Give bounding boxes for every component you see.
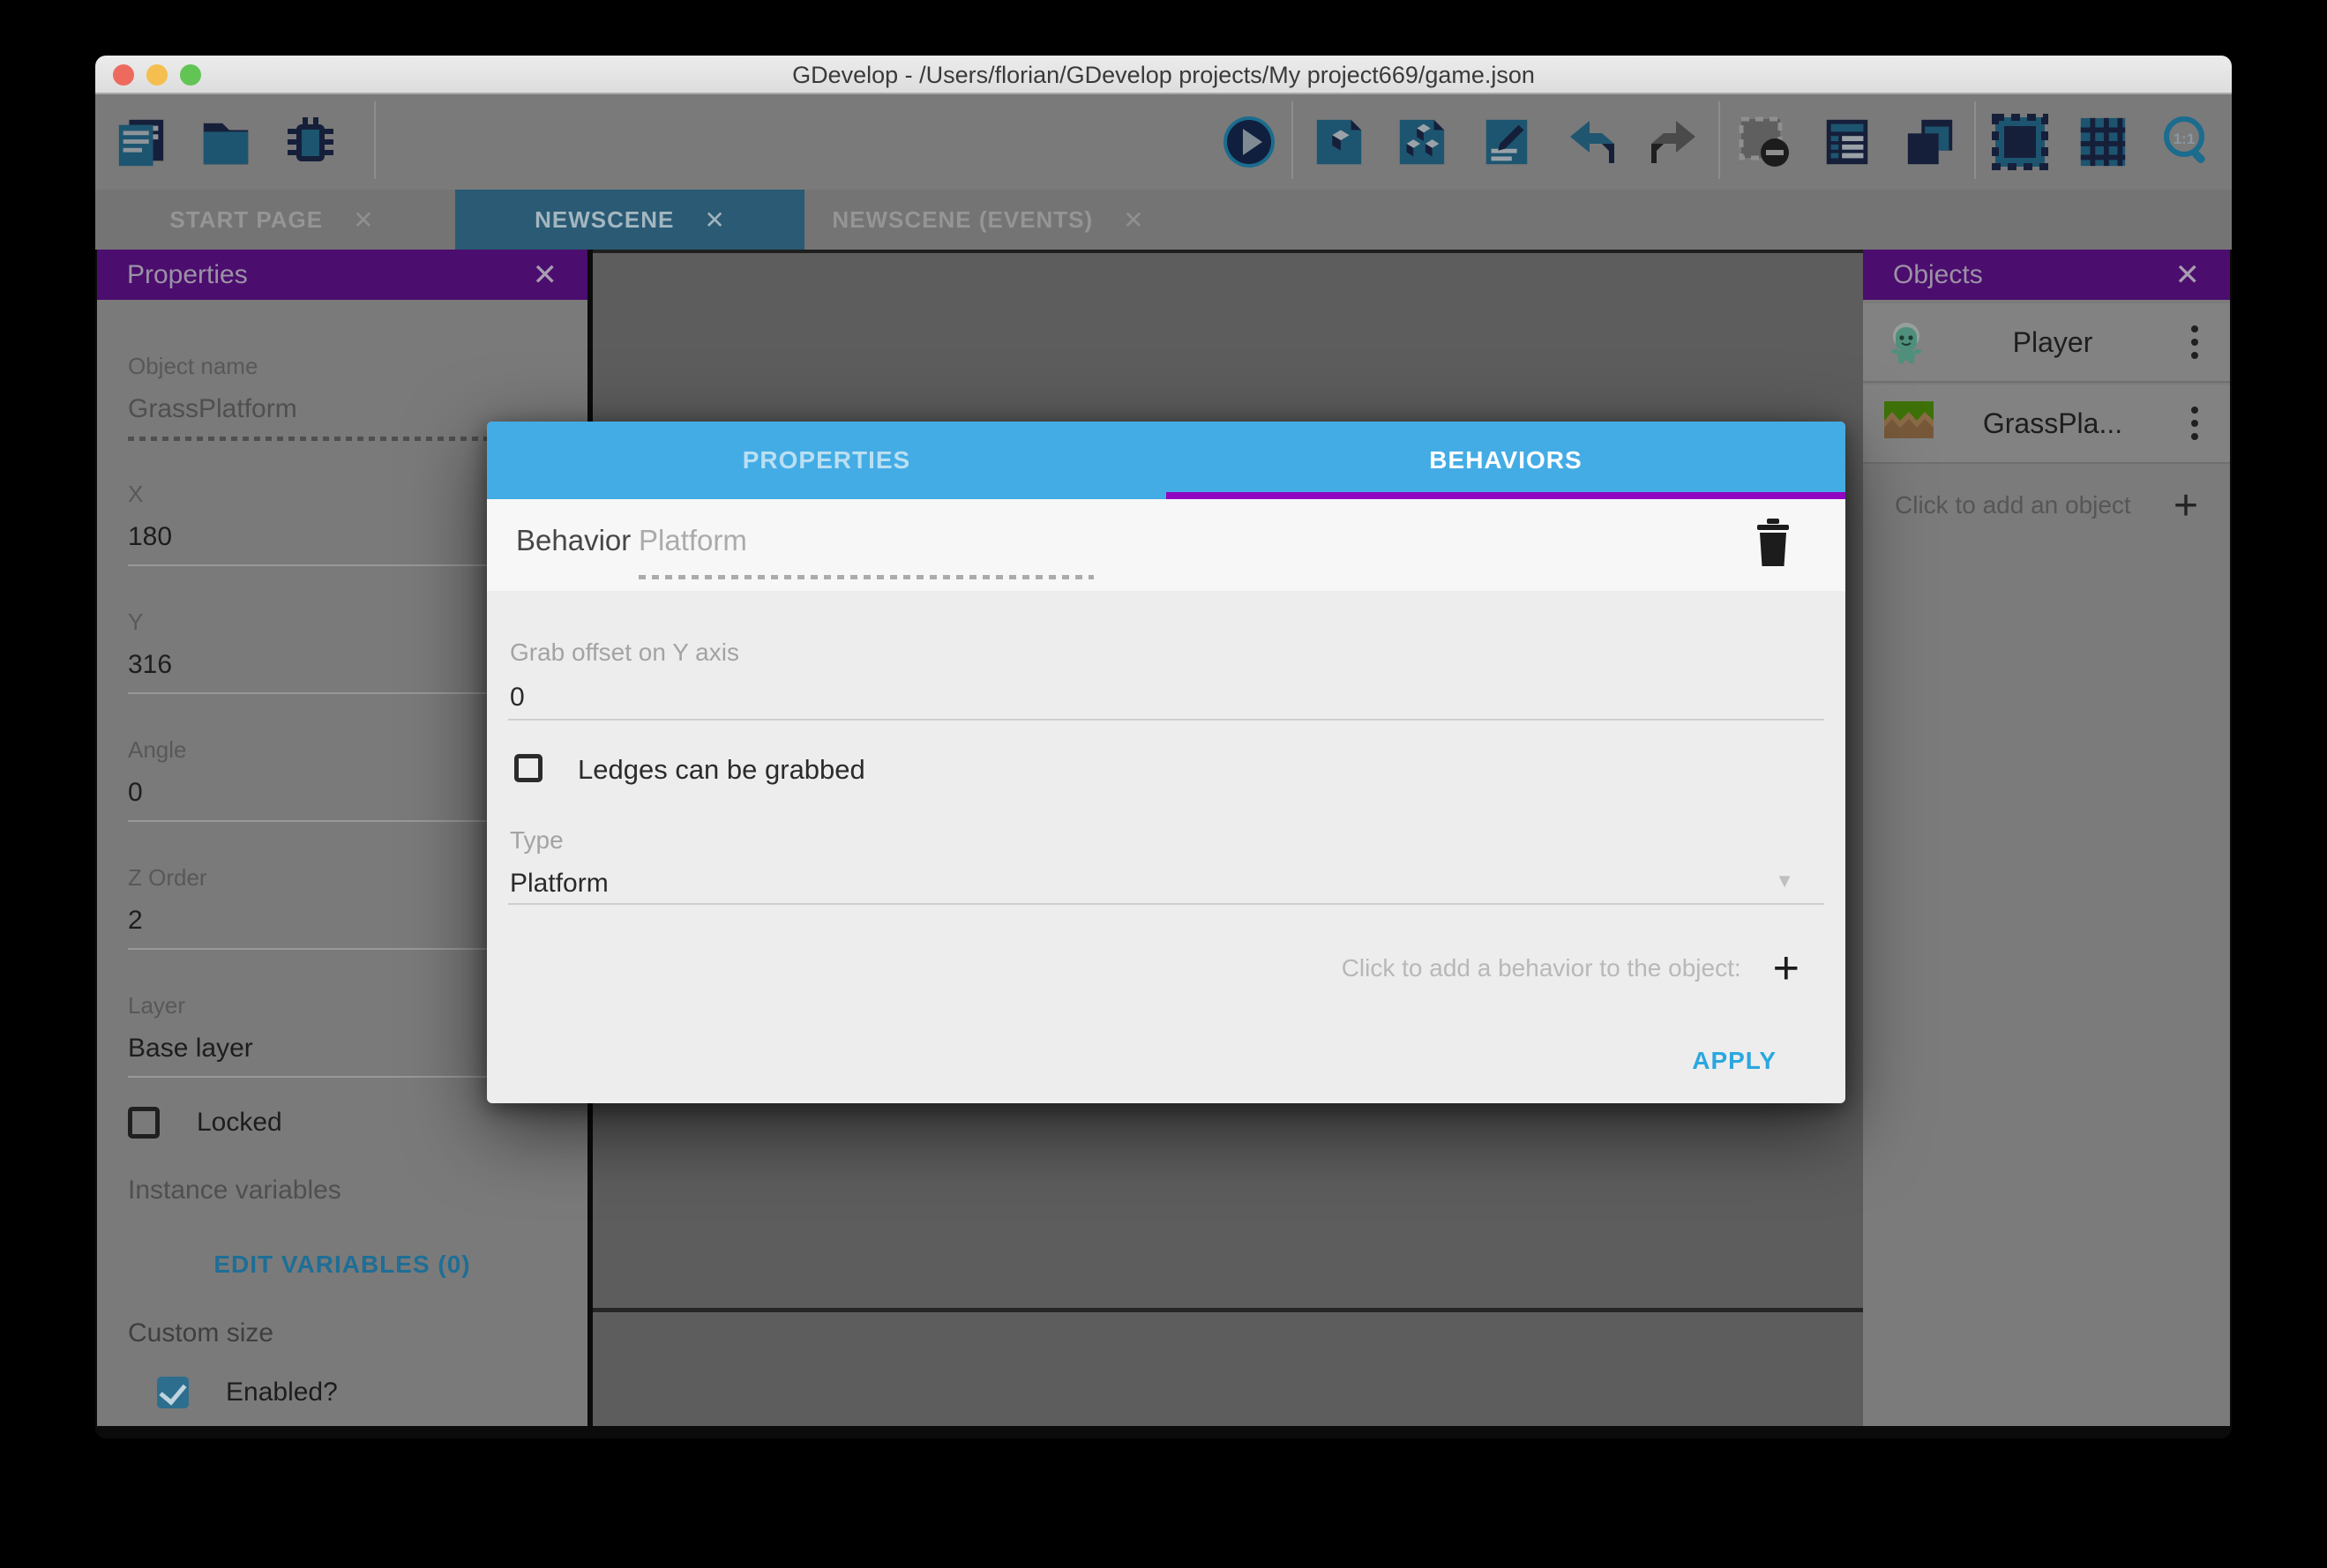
behavior-label: Behavior	[516, 524, 631, 557]
toolbar-separator	[374, 101, 376, 179]
object-menu-icon[interactable]	[2177, 407, 2212, 440]
tab-newscene-events[interactable]: NEWSCENE (EVENTS) ✕	[813, 190, 1163, 250]
play-icon[interactable]	[1221, 114, 1277, 170]
field-label: Object name	[128, 353, 557, 380]
tab-start-page[interactable]: START PAGE ✕	[97, 190, 446, 250]
locked-checkbox-row[interactable]: Locked	[128, 1107, 282, 1139]
tab-label: NEWSCENE	[535, 206, 674, 234]
edit-scene-icon[interactable]	[1478, 114, 1535, 170]
apply-button[interactable]: APPLY	[1692, 1047, 1777, 1075]
active-tab-indicator	[1166, 492, 1845, 499]
ledges-checkbox[interactable]	[514, 754, 542, 782]
objects-group-icon[interactable]	[1394, 114, 1450, 170]
type-label: Type	[510, 826, 564, 855]
behavior-name-row: Behavior Platform	[487, 499, 1845, 591]
add-behavior-icon[interactable]: +	[1773, 951, 1799, 986]
add-behavior-row[interactable]: Click to add a behavior to the object: +	[1342, 951, 1799, 986]
titlebar: GDevelop - /Users/florian/GDevelop proje…	[95, 56, 2232, 94]
properties-panel-header: Properties ✕	[97, 250, 587, 300]
svg-text:1:1: 1:1	[2174, 131, 2196, 147]
close-panel-icon[interactable]: ✕	[533, 258, 558, 293]
custom-size-label: Custom size	[128, 1318, 273, 1348]
grab-offset-input[interactable]: 0	[510, 683, 525, 713]
object-menu-icon[interactable]	[2177, 325, 2212, 359]
debugger-icon[interactable]	[282, 114, 339, 170]
object-cube-icon[interactable]	[1311, 114, 1367, 170]
toolbar-separator	[1291, 101, 1293, 179]
dialog-tab-properties[interactable]: PROPERTIES	[487, 422, 1166, 499]
undo-icon[interactable]	[1563, 114, 1620, 170]
field-value: GrassPlatform	[128, 394, 557, 424]
add-object-label: Click to add an object	[1895, 491, 2131, 519]
object-row-player[interactable]: Player	[1863, 303, 2230, 383]
objects-panel: Objects ✕ Player GrassPla...	[1863, 250, 2230, 1426]
toolbar-separator	[1718, 101, 1720, 179]
type-underline	[508, 903, 1824, 905]
grass-platform-thumbnail-icon	[1884, 401, 1928, 445]
layers-icon[interactable]	[1902, 114, 1958, 170]
grid-icon[interactable]	[2075, 114, 2131, 170]
deselect-instances-icon[interactable]	[1736, 114, 1792, 170]
grab-offset-underline	[508, 719, 1824, 721]
object-name: GrassPla...	[1928, 407, 2177, 440]
behavior-name-underline	[639, 575, 1094, 579]
edit-variables-button[interactable]: EDIT VARIABLES (0)	[97, 1251, 587, 1279]
close-tab-icon[interactable]: ✕	[1123, 205, 1143, 235]
redo-icon[interactable]	[1646, 114, 1702, 170]
behaviors-dialog: PROPERTIES BEHAVIORS Behavior Platform G…	[487, 422, 1845, 1103]
ledges-label: Ledges can be grabbed	[578, 754, 865, 786]
behavior-name-input[interactable]: Platform	[639, 524, 747, 557]
enabled-checkbox-row[interactable]: Enabled?	[157, 1377, 338, 1408]
locked-checkbox[interactable]	[128, 1107, 160, 1139]
add-behavior-label: Click to add a behavior to the object:	[1342, 954, 1741, 982]
instance-variables-label: Instance variables	[128, 1176, 341, 1206]
main-toolbar: 1:1	[95, 94, 2232, 190]
object-name: Player	[1928, 326, 2177, 359]
panel-title: Objects	[1893, 260, 1983, 290]
chevron-down-icon[interactable]: ▼	[1775, 870, 1794, 892]
close-tab-icon[interactable]: ✕	[353, 205, 373, 235]
zoom-icon[interactable]: 1:1	[2159, 114, 2216, 170]
dialog-tabbar: PROPERTIES BEHAVIORS	[487, 422, 1845, 499]
add-object-row[interactable]: Click to add an object +	[1863, 468, 2230, 542]
add-object-icon[interactable]: +	[2174, 482, 2198, 530]
instances-list-icon[interactable]	[1819, 114, 1875, 170]
enabled-checkbox[interactable]	[157, 1377, 189, 1408]
tab-label: START PAGE	[169, 206, 323, 234]
player-thumbnail-icon	[1884, 320, 1928, 364]
toolbar-separator	[1974, 101, 1976, 179]
dialog-tab-behaviors[interactable]: BEHAVIORS	[1166, 422, 1845, 499]
type-select[interactable]: Platform	[510, 869, 609, 899]
canvas-divider	[593, 1308, 1863, 1312]
object-row-grassplatform[interactable]: GrassPla...	[1863, 385, 2230, 464]
objects-panel-header: Objects ✕	[1863, 250, 2230, 300]
editor-tabbar: START PAGE ✕ NEWSCENE ✕ NEWSCENE (EVENTS…	[95, 190, 2232, 250]
close-panel-icon[interactable]: ✕	[2175, 258, 2201, 293]
tab-newscene[interactable]: NEWSCENE ✕	[455, 190, 804, 250]
close-tab-icon[interactable]: ✕	[704, 205, 724, 235]
selection-mask-icon[interactable]	[1992, 114, 2048, 170]
delete-behavior-icon[interactable]	[1754, 519, 1792, 566]
enabled-label: Enabled?	[226, 1378, 338, 1407]
tab-label: NEWSCENE (EVENTS)	[832, 206, 1093, 234]
locked-label: Locked	[197, 1108, 282, 1138]
grab-offset-label: Grab offset on Y axis	[510, 638, 739, 667]
folder-icon[interactable]	[198, 114, 254, 170]
window-title: GDevelop - /Users/florian/GDevelop proje…	[95, 56, 2232, 94]
file-icon[interactable]	[113, 114, 169, 170]
panel-title: Properties	[127, 260, 248, 290]
